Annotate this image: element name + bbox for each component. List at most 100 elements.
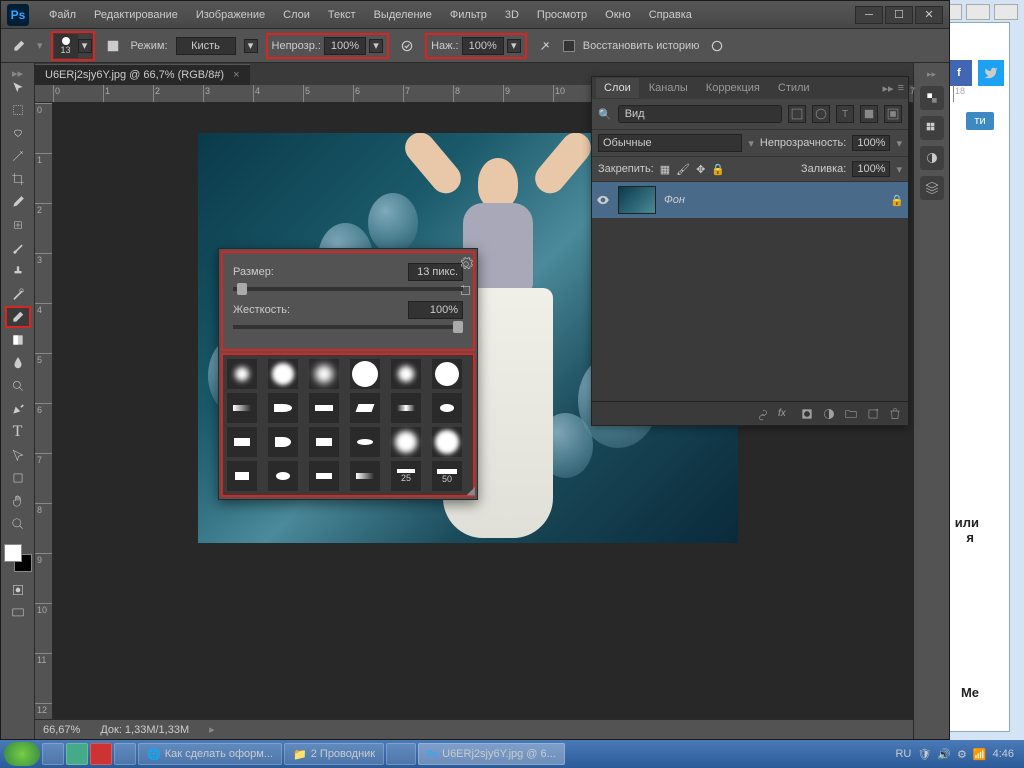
chevron-down-icon[interactable]: ▾ (369, 39, 383, 53)
eraser-tool[interactable] (5, 306, 31, 328)
tray-icon[interactable]: 🛡 (917, 748, 931, 761)
restore-history-checkbox[interactable] (563, 40, 575, 52)
brush-preset-item[interactable] (350, 359, 380, 389)
filter-adjust-icon[interactable] (812, 105, 830, 123)
brush-preset-picker[interactable]: 13 ▾ (51, 31, 95, 61)
marquee-tool[interactable] (5, 99, 31, 121)
filter-smart-icon[interactable] (884, 105, 902, 123)
brush-preset-item[interactable] (432, 393, 462, 423)
chevron-down-icon[interactable]: ▾ (78, 39, 92, 53)
brush-preset-item[interactable] (309, 427, 339, 457)
dodge-tool[interactable] (5, 375, 31, 397)
layer-fill-input[interactable]: 100% (852, 161, 890, 177)
zoom-level[interactable]: 66,67% (43, 724, 80, 736)
brush-preset-item[interactable] (391, 359, 421, 389)
folder-icon[interactable] (844, 407, 858, 421)
pressure-size-icon[interactable] (707, 36, 727, 56)
brush-preset-item[interactable]: 25 (391, 461, 421, 491)
taskbar-item-active[interactable]: PsU6ERj2sjy6Y.jpg @ 6... (418, 743, 565, 765)
resize-grip-icon[interactable]: ◢ (467, 484, 475, 497)
menu-image[interactable]: Изображение (188, 5, 273, 25)
size-slider[interactable] (233, 287, 463, 291)
filter-shape-icon[interactable] (860, 105, 878, 123)
visibility-icon[interactable] (596, 193, 610, 207)
menu-layer[interactable]: Слои (275, 5, 318, 25)
taskbar-ie-icon[interactable] (42, 743, 64, 765)
screenmode-icon[interactable] (5, 602, 31, 624)
menu-type[interactable]: Текст (320, 5, 364, 25)
close-button[interactable]: ✕ (915, 6, 943, 24)
layers-panel-icon[interactable] (920, 176, 944, 200)
swatches-panel-icon[interactable] (920, 116, 944, 140)
brush-preset-item[interactable] (268, 359, 298, 389)
zoom-tool[interactable] (5, 513, 31, 535)
tray-icon[interactable]: 🔊 (937, 748, 951, 761)
brush-preset-item[interactable] (432, 427, 462, 457)
brush-preset-item[interactable] (391, 393, 421, 423)
opacity-input[interactable]: 100% (324, 37, 366, 55)
brush-preset-item[interactable] (432, 359, 462, 389)
brush-preset-item[interactable] (309, 461, 339, 491)
crop-tool[interactable] (5, 168, 31, 190)
brush-preset-item[interactable] (350, 393, 380, 423)
wand-tool[interactable] (5, 145, 31, 167)
brush-preset-item[interactable] (227, 359, 257, 389)
panel-menu-icon[interactable]: ≡ (898, 82, 904, 95)
lock-transparent-icon[interactable]: ▦ (660, 163, 670, 176)
menu-select[interactable]: Выделение (366, 5, 440, 25)
type-tool[interactable]: T (5, 421, 31, 443)
filter-type-icon[interactable]: T (836, 105, 854, 123)
taskbar-item[interactable] (386, 743, 416, 765)
brush-panel-icon[interactable] (103, 36, 123, 56)
adjustment-icon[interactable] (822, 407, 836, 421)
pen-tool[interactable] (5, 398, 31, 420)
tab-layers[interactable]: Слои (596, 78, 639, 98)
chevron-down-icon[interactable]: ▾ (244, 39, 258, 53)
menu-view[interactable]: Просмотр (529, 5, 595, 25)
lock-position-icon[interactable]: ✥ (696, 163, 705, 176)
brush-preset-item[interactable] (309, 359, 339, 389)
gear-icon[interactable] (459, 257, 473, 274)
tab-adjustments[interactable]: Коррекция (698, 78, 768, 98)
gradient-tool[interactable] (5, 329, 31, 351)
brush-preset-item[interactable] (309, 393, 339, 423)
document-tab[interactable]: U6ERj2sjy6Y.jpg @ 66,7% (RGB/8#) × (35, 64, 250, 85)
move-tool[interactable] (5, 76, 31, 98)
menu-edit[interactable]: Редактирование (86, 5, 186, 25)
chevron-down-icon[interactable]: ▾ (507, 39, 521, 53)
color-panel-icon[interactable] (920, 86, 944, 110)
hardness-slider[interactable] (233, 325, 463, 329)
stamp-tool[interactable] (5, 260, 31, 282)
clock[interactable]: 4:46 (993, 748, 1014, 760)
lock-all-icon[interactable]: 🔒 (711, 163, 725, 176)
menu-file[interactable]: Файл (41, 5, 84, 25)
taskbar-app-icon[interactable] (66, 743, 88, 765)
pressure-opacity-icon[interactable] (397, 36, 417, 56)
layer-row[interactable]: Фон 🔒 (592, 182, 908, 218)
layer-name[interactable]: Фон (664, 194, 685, 206)
maximize-button[interactable]: ☐ (885, 6, 913, 24)
tab-styles[interactable]: Стили (770, 78, 818, 98)
tray-icon[interactable]: 📶 (973, 748, 987, 761)
taskbar-app-icon[interactable] (114, 743, 136, 765)
mask-icon[interactable] (800, 407, 814, 421)
brush-preset-item[interactable] (227, 393, 257, 423)
layer-thumbnail[interactable] (618, 186, 656, 214)
layer-opacity-input[interactable]: 100% (852, 135, 890, 151)
trash-icon[interactable] (888, 407, 902, 421)
lasso-tool[interactable] (5, 122, 31, 144)
taskbar-opera-icon[interactable] (90, 743, 112, 765)
history-brush-tool[interactable] (5, 283, 31, 305)
brush-preset-item[interactable] (350, 461, 380, 491)
tab-channels[interactable]: Каналы (641, 78, 696, 98)
brush-preset-item[interactable] (227, 427, 257, 457)
blur-tool[interactable] (5, 352, 31, 374)
brush-preset-item[interactable] (391, 427, 421, 457)
mode-select[interactable]: Кисть (176, 37, 236, 55)
fx-icon[interactable]: fx (778, 407, 792, 421)
taskbar-item[interactable]: 🌐Как сделать оформ... (138, 743, 282, 765)
start-button[interactable] (4, 742, 40, 766)
shape-tool[interactable] (5, 467, 31, 489)
brush-preset-item[interactable]: 50 (432, 461, 462, 491)
brush-preset-item[interactable] (227, 461, 257, 491)
